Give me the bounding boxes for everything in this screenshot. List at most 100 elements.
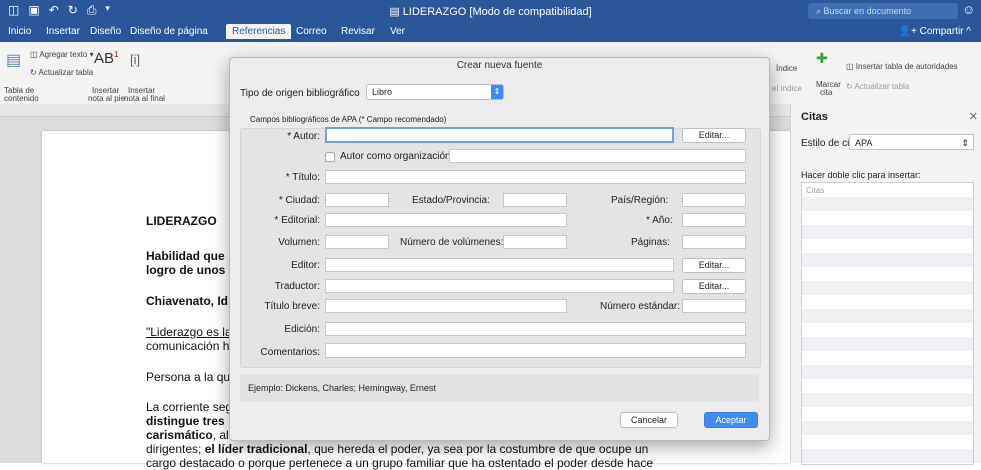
- volumen-input[interactable]: [325, 235, 389, 249]
- numero-estandar-label: Número estándar:: [600, 301, 681, 312]
- edicion-input[interactable]: [325, 322, 746, 336]
- toc-label-2[interactable]: contenido: [4, 94, 39, 103]
- paginas-input[interactable]: [682, 235, 746, 249]
- doc-line[interactable]: carismático, al: [146, 428, 229, 442]
- title-bar: ◫ ▣ ↶ ↻ ⎙ ▾ ▤ LIDERAZGO [Modo de compati…: [0, 0, 981, 22]
- doc-line[interactable]: "Liderazgo es la: [146, 325, 232, 339]
- add-person-icon: 👤+: [898, 26, 920, 37]
- mark-citation-icon[interactable]: ✚: [816, 50, 828, 67]
- tab-referencias[interactable]: Referencias: [226, 24, 292, 39]
- doc-line[interactable]: dirigentes; el líder tradicional, que he…: [146, 442, 648, 456]
- example-box: Ejemplo: Dickens, Charles; Hemingway, Er…: [240, 374, 759, 402]
- doc-line[interactable]: Habilidad que: [146, 249, 225, 263]
- search-input[interactable]: ⌕ Buscar en documento: [808, 3, 958, 19]
- cancel-button[interactable]: Cancelar: [620, 412, 678, 428]
- citations-list-header: Citas: [806, 186, 825, 195]
- edit-traductor-button[interactable]: Editar...: [682, 279, 746, 294]
- estado-label: Estado/Provincia:: [412, 195, 490, 206]
- edit-autor-button[interactable]: Editar...: [682, 128, 746, 143]
- tab-inicio[interactable]: Inicio: [8, 26, 31, 37]
- endnote-icon[interactable]: [i]: [130, 52, 140, 67]
- editorial-input[interactable]: [325, 213, 567, 227]
- accept-button[interactable]: Aceptar: [704, 412, 758, 428]
- citations-list[interactable]: Citas: [801, 182, 974, 465]
- doc-line[interactable]: comunicación h: [146, 339, 229, 353]
- update-toa-button[interactable]: ↻ Actualizar tabla: [846, 82, 909, 91]
- insert-endnote-label-2[interactable]: nota al final: [124, 94, 165, 103]
- mark-citation-label-2[interactable]: cita: [820, 88, 832, 97]
- doc-text: dirigentes;: [146, 442, 205, 456]
- anio-label: * Año:: [646, 215, 673, 226]
- doc-line[interactable]: cargo destacado o porque pertenece a un …: [146, 456, 653, 470]
- num-volumenes-label: Número de volúmenes:: [400, 237, 504, 248]
- index-label[interactable]: Índice: [776, 64, 797, 73]
- doc-line[interactable]: distingue tres: [146, 414, 225, 428]
- citation-style-select[interactable]: APA ⇕: [849, 134, 974, 150]
- ciudad-input[interactable]: [325, 193, 389, 207]
- tab-ver[interactable]: Ver: [390, 26, 405, 37]
- doc-line[interactable]: Chiavenato, Id: [146, 294, 228, 308]
- autor-org-checkbox[interactable]: [325, 152, 335, 162]
- example-text: Ejemplo: Dickens, Charles; Hemingway, Er…: [248, 383, 436, 393]
- volumen-label: Volumen:: [278, 237, 320, 248]
- doc-bold-text: el líder tradicional: [204, 442, 308, 456]
- titulo-breve-input[interactable]: [325, 299, 567, 313]
- update-table-button[interactable]: ↻ Actualizar tabla: [30, 68, 93, 77]
- anio-input[interactable]: [682, 213, 746, 227]
- num-volumenes-input[interactable]: [503, 235, 567, 249]
- traductor-label: Traductor:: [274, 281, 320, 292]
- dialog-title: Crear nueva fuente: [456, 60, 543, 71]
- chevron-updown-icon: ⇕: [491, 85, 503, 99]
- toa-icon: ◫: [846, 62, 856, 71]
- citation-style-value: APA: [855, 138, 873, 148]
- autor-org-input[interactable]: [449, 149, 746, 163]
- insert-toa-label: Insertar tabla de autoridades: [855, 62, 958, 71]
- insert-hint: Hacer doble clic para insertar:: [801, 170, 921, 180]
- doc-line[interactable]: logro de unos: [146, 263, 225, 277]
- ciudad-label: * Ciudad:: [278, 195, 320, 206]
- doc-text: , que hereda el poder, ya sea por la cos…: [307, 442, 649, 456]
- doc-line[interactable]: La corriente seg: [146, 400, 232, 414]
- insert-footnote-label-2[interactable]: nota al pie: [88, 94, 125, 103]
- update-toa-label: Actualizar tabla: [854, 82, 910, 91]
- add-text-icon: ◫: [30, 50, 40, 59]
- comentarios-input[interactable]: [325, 343, 746, 358]
- editor-label: Editor:: [291, 260, 320, 271]
- add-text-button[interactable]: ◫ Agregar texto ▾: [30, 50, 94, 59]
- share-button[interactable]: 👤+ Compartir ^: [899, 26, 971, 37]
- ribbon-tabs: Inicio Insertar Diseño Diseño de página …: [0, 22, 981, 42]
- numero-estandar-input[interactable]: [682, 299, 746, 313]
- pais-label: País/Región:: [611, 195, 669, 206]
- source-type-label: Tipo de origen bibliográfico: [240, 88, 360, 99]
- source-type-value: Libro: [372, 87, 393, 97]
- toc-icon[interactable]: ▤: [6, 50, 21, 70]
- edit-editor-button[interactable]: Editar...: [682, 258, 746, 273]
- estado-input[interactable]: [503, 193, 567, 207]
- pais-input[interactable]: [682, 193, 746, 207]
- doc-text: , al: [212, 428, 229, 442]
- footnote-ab: AB: [94, 50, 115, 67]
- close-icon[interactable]: ✕: [969, 110, 978, 123]
- tab-diseno[interactable]: Diseño: [90, 26, 121, 37]
- source-type-select[interactable]: Libro ⇕: [366, 84, 504, 100]
- smiley-icon[interactable]: ☺: [962, 2, 975, 17]
- titulo-input[interactable]: [325, 170, 746, 184]
- add-text-label: Agregar texto: [39, 50, 88, 59]
- doc-line[interactable]: Persona a la qu: [146, 370, 230, 384]
- search-icon: ⌕: [816, 6, 824, 16]
- traductor-input[interactable]: [325, 279, 674, 293]
- footnote-icon[interactable]: AB1: [94, 50, 118, 67]
- doc-heading[interactable]: LIDERAZGO: [146, 214, 217, 228]
- insert-toa-button[interactable]: ◫ Insertar tabla de autoridades: [846, 62, 958, 71]
- autor-input[interactable]: [325, 127, 674, 143]
- tab-diseno-de-pagina[interactable]: Diseño de página: [130, 26, 208, 37]
- tab-correo[interactable]: Correo: [296, 26, 327, 37]
- update-index-label[interactable]: el índice: [772, 84, 802, 93]
- word-doc-icon: ▤: [389, 6, 403, 18]
- titulo-breve-label: Título breve:: [264, 301, 320, 312]
- tab-revisar[interactable]: Revisar: [341, 26, 375, 37]
- editor-input[interactable]: [325, 258, 674, 272]
- search-placeholder: Buscar en documento: [823, 6, 912, 16]
- tab-insertar[interactable]: Insertar: [46, 26, 80, 37]
- autor-org-label: Autor como organización:: [340, 151, 454, 162]
